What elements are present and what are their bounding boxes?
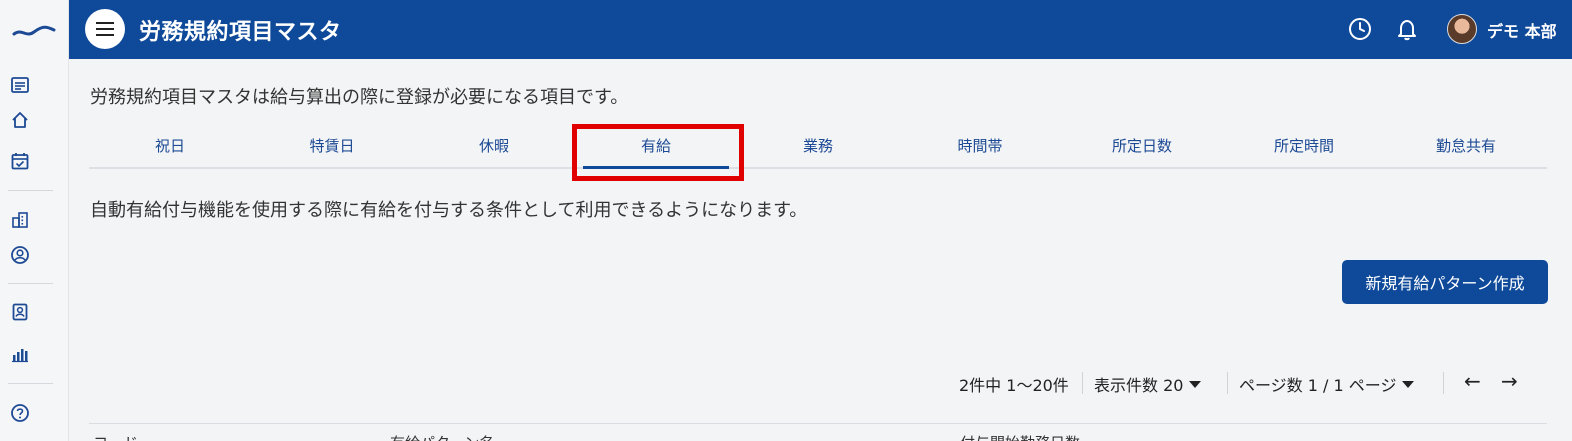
help-icon[interactable]: [8, 401, 32, 425]
bell-icon[interactable]: [1394, 16, 1420, 42]
menu-icon: [96, 22, 114, 36]
result-count: 2件中 1〜20件: [959, 372, 1069, 396]
tab-prescribed-days[interactable]: 所定日数: [1061, 125, 1223, 167]
tab-special-wage-day[interactable]: 特賃日: [251, 125, 413, 167]
user-name[interactable]: デモ 本部: [1487, 18, 1557, 42]
tab-attendance-sharing[interactable]: 勤怠共有: [1385, 125, 1547, 167]
column-header-start-days[interactable]: 付与開始勤務日数: [960, 432, 1080, 441]
app-header: 労務規約項目マスタ デモ 本部: [69, 0, 1572, 59]
id-badge-icon[interactable]: [8, 300, 32, 324]
prev-page-button[interactable]: ←: [1464, 369, 1481, 393]
bar-chart-icon[interactable]: [8, 342, 32, 366]
highlight-box: [572, 124, 744, 181]
page-label: ページ数 1 / 1 ページ: [1239, 376, 1397, 395]
tab-work[interactable]: 業務: [737, 125, 899, 167]
tab-leave[interactable]: 休暇: [413, 125, 575, 167]
caret-down-icon: [1402, 380, 1415, 388]
user-circle-icon[interactable]: [8, 243, 32, 267]
menu-button[interactable]: [85, 9, 125, 49]
tab-holiday[interactable]: 祝日: [89, 125, 251, 167]
per-page-label: 表示件数 20: [1094, 376, 1184, 395]
sidebar: [0, 0, 69, 441]
list-icon[interactable]: [8, 73, 32, 97]
column-header-pattern-name[interactable]: 有給パターン名: [390, 432, 494, 441]
calendar-check-icon[interactable]: [8, 149, 32, 173]
page-select[interactable]: ページ数 1 / 1 ページ: [1239, 372, 1415, 396]
clock-icon[interactable]: [1347, 16, 1373, 42]
column-header-code[interactable]: コード: [93, 432, 138, 441]
sidebar-divider: [8, 190, 53, 191]
result-count-text: 2件中 1〜20件: [959, 376, 1069, 395]
home-icon[interactable]: [8, 108, 32, 132]
create-paid-leave-pattern-button[interactable]: 新規有給パターン作成: [1342, 260, 1548, 304]
tab-prescribed-hours[interactable]: 所定時間: [1223, 125, 1385, 167]
pager-divider: [1443, 372, 1444, 394]
tab-bar: 祝日 特賃日 休暇 有給 業務 時間帯 所定日数 所定時間 勤怠共有: [89, 125, 1547, 169]
pager-divider: [1227, 372, 1228, 394]
caret-down-icon: [1189, 380, 1202, 388]
pager-divider: [1082, 372, 1083, 394]
intro-text: 労務規約項目マスタは給与算出の際に登録が必要になる項目です。: [90, 87, 629, 108]
per-page-select[interactable]: 表示件数 20: [1094, 372, 1202, 396]
tab-time-zone[interactable]: 時間帯: [899, 125, 1061, 167]
sidebar-divider: [8, 383, 53, 384]
sidebar-divider: [8, 283, 53, 284]
avatar[interactable]: [1447, 14, 1477, 44]
page-title: 労務規約項目マスタ: [139, 20, 342, 45]
tab-description: 自動有給付与機能を使用する際に有給を付与する条件として利用できるようになります。: [90, 200, 808, 221]
logo: [12, 25, 56, 36]
building-icon[interactable]: [8, 208, 32, 232]
table-top-border: [89, 423, 1547, 424]
next-page-button[interactable]: →: [1501, 369, 1518, 393]
